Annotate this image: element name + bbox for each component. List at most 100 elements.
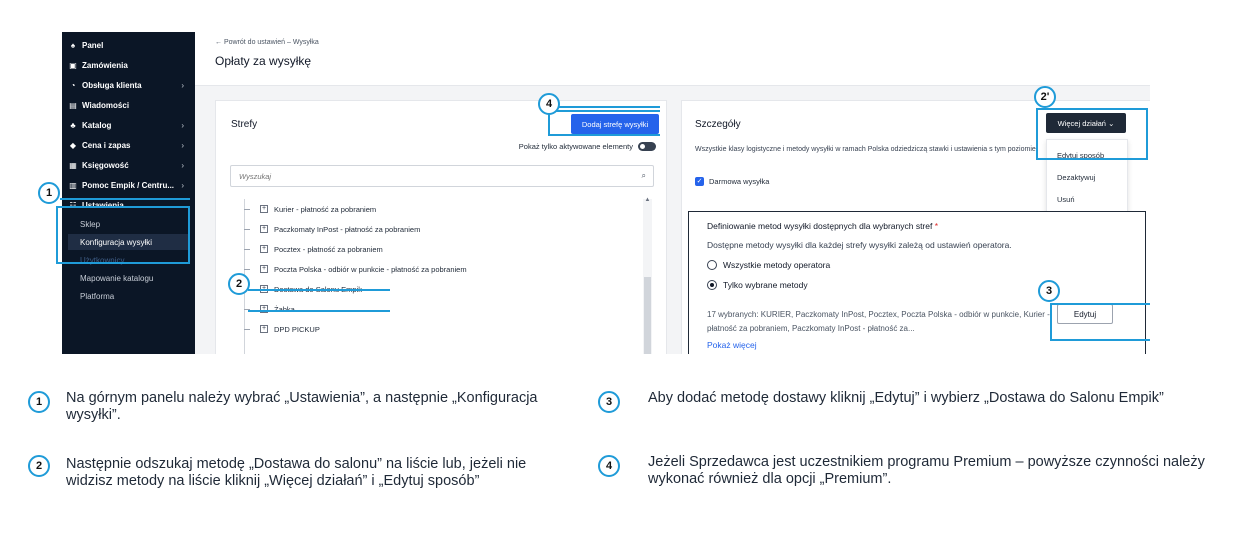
instruction-1: Na górnym panelu należy wybrać „Ustawien… — [66, 390, 538, 423]
scrollbar-thumb[interactable] — [644, 277, 651, 354]
callout-marker-2b: 2' — [1034, 86, 1056, 108]
sidebar: ♠ Panel ▣ Zamówienia ◔ Obsługa klienta ›… — [62, 32, 195, 354]
methods-heading-text: Definiowanie metod wysyłki dostępnych dl… — [707, 221, 933, 231]
instruction-4: Jeżeli Sprzedawca jest uczestnikiem prog… — [648, 454, 1205, 487]
sidebar-item-customer-service[interactable]: ◔ Obsługa klienta › — [68, 76, 190, 94]
menu-item-deactivate[interactable]: Dezaktywuj — [1057, 173, 1095, 182]
zone-item-inpost-cod[interactable]: + Paczkomaty InPost - płatność za pobran… — [260, 221, 620, 237]
screenshot-area: ♠ Panel ▣ Zamówienia ◔ Obsługa klienta ›… — [62, 32, 1150, 354]
headset-icon: ◔ — [70, 80, 76, 90]
zone-tree: + Kurier - płatność za pobraniem + Paczk… — [230, 197, 654, 354]
sidebar-item-messages[interactable]: ▤ Wiadomości — [68, 96, 190, 114]
zone-item-dpd-pickup[interactable]: + DPD PICKUP — [260, 321, 620, 337]
tree-tick — [244, 209, 250, 210]
sidebar-item-label: Księgowość — [82, 160, 129, 170]
sidebar-item-label: Wiadomości — [82, 100, 130, 110]
sidebar-item-label: Panel — [82, 40, 104, 50]
option-selected-methods-label: Tylko wybrane metody — [723, 280, 808, 290]
instruction-2: Następnie odszukaj metodę „Dostawa do sa… — [66, 456, 527, 489]
zone-item-label: Poczta Polska - odbiór w punkcie - płatn… — [274, 264, 467, 274]
zone-search-input[interactable] — [231, 166, 631, 186]
methods-heading: Definiowanie metod wysyłki dostępnych dl… — [707, 221, 938, 231]
instruction-marker-3: 3 — [598, 391, 620, 413]
instruction-marker-1: 1 — [28, 391, 50, 413]
catalog-icon: ♣ — [70, 120, 76, 130]
back-link[interactable]: ← Powrót do ustawień – Wysyłka — [215, 39, 319, 46]
callout-line-2b — [248, 310, 390, 312]
callout-highlight-edit — [1050, 303, 1150, 341]
expand-icon[interactable]: + — [260, 245, 268, 253]
chevron-right-icon: › — [181, 120, 184, 130]
tree-tick — [244, 229, 250, 230]
option-all-methods: Wszystkie metody operatora — [707, 260, 830, 270]
chevron-right-icon: › — [181, 80, 184, 90]
only-active-toggle[interactable] — [638, 142, 656, 151]
option-selected-methods: Tylko wybrane metody — [707, 280, 808, 290]
callout-marker-4: 4 — [538, 93, 560, 115]
zone-item-kurier-cod[interactable]: + Kurier - płatność za pobraniem — [260, 201, 620, 217]
radio-selected-methods[interactable] — [707, 280, 717, 290]
sidebar-sub-platform[interactable]: Platforma — [80, 288, 190, 304]
sidebar-item-help[interactable]: ▥ Pomoc Empik / Centru... › — [68, 176, 190, 194]
callout-highlight-settings — [56, 206, 190, 264]
expand-icon[interactable]: + — [260, 265, 268, 273]
help-icon: ▥ — [69, 180, 77, 190]
sidebar-item-label: Cena i zapas — [82, 140, 131, 150]
main-content: ← Powrót do ustawień – Wysyłka Opłaty za… — [195, 32, 1150, 354]
zone-item-poczta-polska-cod[interactable]: + Poczta Polska - odbiór w punkcie - pła… — [260, 261, 620, 277]
sidebar-item-accounting[interactable]: ▦ Księgowość › — [68, 156, 190, 174]
message-icon: ▤ — [69, 100, 77, 110]
zones-title: Strefy — [231, 119, 258, 130]
sidebar-item-catalog[interactable]: ♣ Katalog › — [68, 116, 190, 134]
sidebar-item-label: Pomoc Empik / Centru... — [82, 180, 175, 190]
callout-highlight-more-actions — [1036, 108, 1148, 160]
callout-highlight-add-zone — [548, 110, 660, 136]
callout-marker-1: 1 — [38, 182, 60, 204]
zone-item-pocztex-cod[interactable]: + Pocztex - płatność za pobraniem — [260, 241, 620, 257]
zone-item-label: Paczkomaty InPost - płatność za pobranie… — [274, 224, 421, 234]
page-title: Opłaty za wysyłkę — [215, 54, 312, 68]
zones-panel: Strefy Dodaj strefę wysyłki Pokaż tylko … — [215, 100, 667, 354]
menu-item-delete[interactable]: Usuń — [1057, 195, 1075, 204]
sidebar-item-price-stock[interactable]: ◆ Cena i zapas › — [68, 136, 190, 154]
tag-icon: ◆ — [69, 140, 77, 150]
expand-icon[interactable]: + — [260, 225, 268, 233]
tree-tick — [244, 249, 250, 250]
selected-methods-summary: 17 wybranych: KURIER, Paczkomaty InPost,… — [707, 310, 1050, 333]
chevron-right-icon: › — [181, 140, 184, 150]
clipboard-icon: ▣ — [69, 60, 77, 70]
radio-all-methods[interactable] — [707, 260, 717, 270]
sidebar-item-orders[interactable]: ▣ Zamówienia — [68, 56, 190, 74]
tree-tick — [244, 329, 250, 330]
home-icon: ♠ — [70, 40, 76, 50]
scroll-up-icon[interactable]: ▲ — [643, 197, 652, 203]
zone-item-label: DPD PICKUP — [274, 324, 320, 334]
zone-search: ⌕ — [230, 165, 654, 187]
sidebar-item-panel[interactable]: ♠ Panel — [68, 36, 190, 54]
zone-item-label: Kurier - płatność za pobraniem — [274, 204, 377, 214]
details-title: Szczegóły — [695, 119, 741, 130]
free-shipping-checkbox[interactable]: ✓ — [695, 177, 704, 186]
sidebar-sub-catalog-mapping[interactable]: Mapowanie katalogu — [80, 270, 190, 286]
zone-item-label: Żabka — [274, 304, 295, 314]
tree-tick — [244, 269, 250, 270]
chevron-right-icon: › — [181, 160, 184, 170]
expand-icon[interactable]: + — [260, 325, 268, 333]
page-header: ← Powrót do ustawień – Wysyłka Opłaty za… — [195, 32, 1150, 86]
required-mark: * — [934, 221, 939, 231]
expand-icon[interactable]: + — [260, 205, 268, 213]
sidebar-item-label: Obsługa klienta — [82, 80, 142, 90]
callout-marker-3: 3 — [1038, 280, 1060, 302]
callout-line-4 — [558, 106, 660, 108]
document-icon: ▦ — [69, 160, 77, 170]
methods-subtitle: Dostępne metody wysyłki dla każdej stref… — [707, 240, 1012, 250]
chevron-right-icon: › — [181, 180, 184, 190]
instruction-3: Aby dodać metodę dostawy kliknij „Edytuj… — [648, 390, 1164, 406]
show-more-link[interactable]: Pokaż więcej — [707, 340, 757, 350]
only-active-filter: Pokaż tylko aktywowane elementy — [519, 142, 656, 151]
zone-item-zabka[interactable]: + Żabka — [260, 301, 620, 317]
callout-line-2a — [248, 289, 390, 291]
free-shipping-label: Darmowa wysyłka — [709, 177, 770, 186]
search-icon[interactable]: ⌕ — [642, 171, 646, 181]
option-all-methods-label: Wszystkie metody operatora — [723, 260, 831, 270]
